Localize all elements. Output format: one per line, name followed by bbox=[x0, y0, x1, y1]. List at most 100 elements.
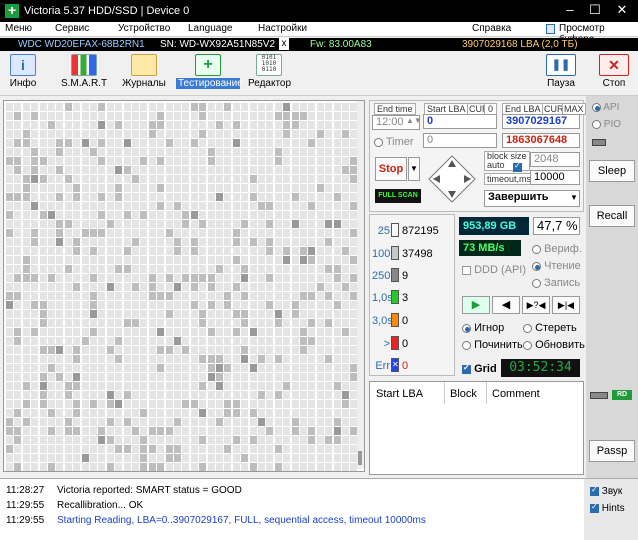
col-block[interactable]: Block bbox=[450, 388, 477, 400]
end-time-spin-icon[interactable]: ▲▼ bbox=[406, 116, 422, 125]
finish-action-select[interactable]: Завершить bbox=[484, 190, 580, 207]
col-comment[interactable]: Comment bbox=[492, 388, 540, 400]
read-radio[interactable]: Чтение bbox=[532, 260, 581, 272]
col-start-lba[interactable]: Start LBA bbox=[376, 388, 423, 400]
testing-button[interactable]: + Тестирование bbox=[176, 54, 243, 94]
map-cell bbox=[300, 139, 307, 147]
map-cell bbox=[6, 463, 13, 471]
map-cell bbox=[123, 382, 131, 390]
map-cell bbox=[90, 400, 97, 408]
menu-item-service[interactable]: Сервис bbox=[55, 23, 89, 34]
close-icon[interactable]: ✕ bbox=[612, 2, 632, 18]
maximize-icon[interactable]: ☐ bbox=[585, 2, 605, 18]
map-cell bbox=[342, 364, 349, 372]
map-cell bbox=[39, 373, 47, 381]
map-cell bbox=[199, 373, 207, 381]
editor-button[interactable]: 0101 1010 0110 Редактор bbox=[248, 54, 291, 94]
map-cell bbox=[6, 238, 13, 246]
info-button[interactable]: i Инфо bbox=[4, 54, 42, 94]
map-cell bbox=[199, 247, 207, 255]
map-cell bbox=[207, 310, 215, 318]
map-cell bbox=[283, 373, 291, 381]
refresh-radio[interactable]: Обновить bbox=[523, 339, 585, 351]
pause-button[interactable]: ❚❚ Пауза bbox=[543, 54, 579, 94]
ddd-api-checkbox[interactable]: DDD (API) bbox=[462, 264, 526, 276]
verify-radio[interactable]: Вериф. bbox=[532, 243, 582, 255]
hints-checkbox[interactable]: Hints bbox=[590, 502, 625, 514]
map-cell bbox=[333, 265, 341, 273]
end-lba-input[interactable]: 3907029167 bbox=[502, 114, 580, 129]
title-bar: Victoria 5.37 HDD/SSD | Device 0 – ☐ ✕ bbox=[0, 0, 638, 22]
map-cell bbox=[48, 292, 55, 300]
map-cell bbox=[48, 220, 55, 228]
grid-checkbox[interactable]: Grid bbox=[462, 363, 497, 375]
map-cell bbox=[232, 112, 240, 120]
map-cell bbox=[14, 238, 22, 246]
map-cell bbox=[224, 229, 232, 237]
map-cell bbox=[31, 355, 39, 363]
map-cell bbox=[123, 436, 131, 444]
map-cell bbox=[115, 265, 123, 273]
close-device-button[interactable]: x bbox=[279, 38, 289, 50]
play-backward-button[interactable]: ◀ bbox=[492, 296, 520, 314]
map-cell bbox=[283, 256, 291, 264]
ignore-radio[interactable]: Игнор bbox=[462, 322, 504, 334]
scan-map-scrollbar[interactable] bbox=[357, 101, 364, 469]
sleep-button[interactable]: Sleep bbox=[589, 160, 635, 182]
pio-radio[interactable]: PIO bbox=[592, 119, 621, 130]
map-cell bbox=[174, 301, 181, 309]
erase-radio[interactable]: Стереть bbox=[523, 322, 577, 334]
menu-item-language[interactable]: Language bbox=[188, 23, 233, 34]
map-cell bbox=[123, 256, 131, 264]
map-cell bbox=[308, 274, 316, 282]
map-cell bbox=[148, 409, 156, 417]
map-cell bbox=[190, 463, 198, 471]
menu-item-help[interactable]: Справка bbox=[472, 23, 511, 34]
menu-item-menu[interactable]: Меню bbox=[5, 23, 32, 34]
write-radio[interactable]: Запись bbox=[532, 277, 580, 289]
map-cell bbox=[31, 211, 39, 219]
menu-item-device[interactable]: Устройство bbox=[118, 23, 170, 34]
timeout-select[interactable]: 10000 bbox=[530, 170, 580, 185]
stop-dropdown-icon[interactable]: ▼ bbox=[408, 157, 420, 181]
map-cell bbox=[123, 355, 131, 363]
timer-radio[interactable]: Timer bbox=[374, 136, 414, 148]
auto-block-checkbox[interactable] bbox=[513, 161, 522, 173]
direction-pad[interactable] bbox=[428, 155, 476, 203]
map-cell bbox=[73, 238, 81, 246]
minimize-icon[interactable]: – bbox=[560, 2, 580, 17]
map-cell bbox=[31, 175, 39, 183]
map-cell bbox=[316, 175, 324, 183]
passp-button[interactable]: Passp bbox=[589, 440, 635, 462]
map-cell bbox=[224, 175, 232, 183]
random-seek-button[interactable]: ▶?◀ bbox=[522, 296, 550, 314]
map-cell bbox=[266, 112, 274, 120]
recall-button[interactable]: Recall bbox=[589, 205, 635, 227]
map-cell bbox=[291, 130, 299, 138]
start-lba-input[interactable]: 0 bbox=[423, 114, 497, 129]
logs-button[interactable]: Журналы bbox=[122, 54, 166, 94]
block-size-select[interactable]: 2048 bbox=[530, 152, 580, 167]
api-radio[interactable]: API bbox=[592, 102, 619, 113]
map-cell bbox=[199, 283, 207, 291]
map-cell bbox=[182, 229, 190, 237]
menu-item-settings[interactable]: Настройки bbox=[258, 23, 307, 34]
finish-dropdown-icon[interactable]: ▼ bbox=[570, 193, 578, 202]
scrollbar-thumb[interactable] bbox=[358, 451, 362, 465]
play-forward-button[interactable]: ▶ bbox=[462, 296, 490, 314]
map-cell bbox=[300, 265, 307, 273]
map-cell bbox=[98, 202, 106, 210]
full-scan-button[interactable]: FULL SCAN bbox=[375, 189, 421, 203]
stop-button[interactable]: ✕ Стоп bbox=[596, 54, 632, 94]
map-cell bbox=[39, 139, 47, 147]
map-cell bbox=[73, 418, 81, 426]
map-cell bbox=[258, 418, 265, 426]
scan-stop-button[interactable]: Stop bbox=[375, 157, 407, 181]
butterfly-button[interactable]: ▶|◀ bbox=[552, 296, 580, 314]
sound-checkbox[interactable]: Звук bbox=[590, 485, 622, 497]
map-cell bbox=[165, 328, 173, 336]
repair-radio[interactable]: Починить bbox=[462, 339, 523, 351]
map-cell bbox=[325, 418, 333, 426]
smart-button[interactable]: S.M.A.R.T bbox=[60, 54, 108, 94]
map-cell bbox=[308, 247, 316, 255]
